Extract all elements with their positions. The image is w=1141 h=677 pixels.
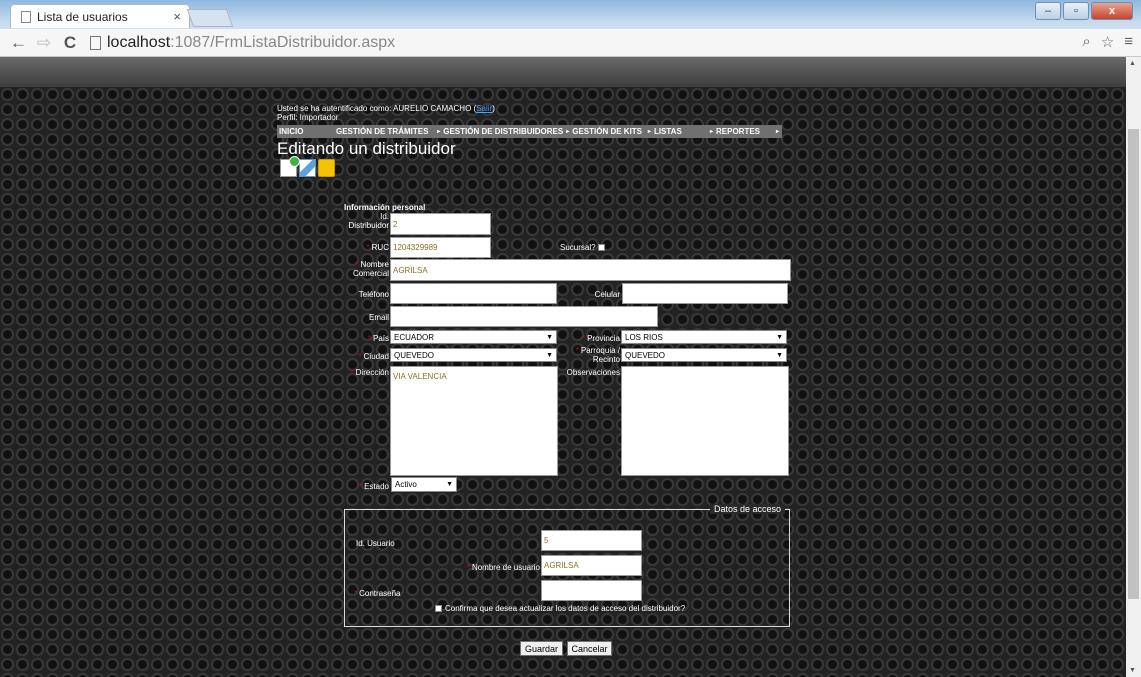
new-tab-button[interactable] [186, 9, 234, 27]
ciudad-label: * Ciudad [358, 352, 389, 361]
vertical-scrollbar[interactable]: ▲ ▼ [1126, 57, 1141, 677]
username-field[interactable]: AGRILSA [541, 555, 642, 576]
required-mark: * [366, 243, 370, 252]
estado-label: * Estado [358, 482, 389, 491]
action-icons [280, 156, 335, 177]
dropdown-arrow-icon: ▼ [546, 351, 553, 359]
menu-item-tramites[interactable]: GESTIÓN DE TRÁMITES [336, 127, 434, 136]
address-bar[interactable]: localhost :1087/FrmListaDistribuidor.asp… [90, 32, 1050, 54]
auth-text: Usted se ha autentificado como: AURELIO … [277, 104, 477, 113]
window-controls: – ▫ x [1035, 2, 1133, 20]
confirm-row: Confirma que desea actualizar los datos … [435, 604, 685, 613]
page-icon [90, 36, 101, 50]
celular-label: Celular [594, 290, 620, 299]
page-title: Editando un distribuidor [277, 139, 456, 158]
new-document-icon[interactable] [280, 156, 300, 177]
id-usuario-field[interactable]: 5 [541, 530, 642, 551]
confirm-checkbox[interactable] [435, 605, 442, 613]
email-label: Email [368, 313, 389, 322]
menu-arrow-icon: ▸ [566, 129, 570, 135]
browser-chrome: Lista de usuarios × – ▫ x ← ⇨ C localhos… [0, 0, 1141, 57]
page-content: Usted se ha autentificado como: AURELIO … [0, 57, 1126, 677]
telefono-field[interactable] [390, 283, 557, 304]
sucursal-label: Sucursal? [560, 243, 605, 252]
email-field[interactable] [390, 306, 658, 327]
id-label: Id. Distribuidor [348, 212, 389, 230]
provincia-label: * Provincia [581, 334, 620, 343]
dropdown-arrow-icon: ▼ [776, 333, 783, 341]
minimize-button[interactable]: – [1035, 2, 1061, 20]
ciudad-select[interactable]: QUEVEDO ▼ [390, 348, 557, 362]
access-fieldset: Datos de acceso Id. Usuario 5 * Nombre de… [344, 504, 790, 627]
url-host: localhost [107, 34, 171, 51]
sucursal-checkbox[interactable] [597, 244, 605, 252]
password-field[interactable] [541, 580, 642, 601]
menu-item-listas[interactable]: LISTAS [654, 127, 707, 136]
menu-arrow-icon: ▸ [437, 129, 441, 135]
observaciones-textarea[interactable] [621, 366, 789, 476]
zoom-icon[interactable]: ⌕ [1082, 33, 1090, 51]
parroquia-select[interactable]: QUEVEDO ▼ [621, 348, 787, 362]
ruc-field[interactable]: 1204329989 [390, 237, 491, 258]
confirm-label: Confirma que desea actualizar los datos … [445, 604, 686, 613]
browser-toolbar: ← ⇨ C localhost :1087/FrmListaDistribuid… [0, 29, 1141, 57]
celular-field[interactable] [622, 283, 788, 304]
auth-suffix: ) [492, 104, 495, 113]
menu-arrow-icon: ▸ [647, 129, 651, 135]
telefono-label: Teléfono [358, 290, 389, 299]
pais-select[interactable]: ECUADOR ▼ [390, 330, 557, 344]
provincia-select[interactable]: LOS RIOS ▼ [621, 330, 787, 344]
menu-item-inicio[interactable]: INICIO [277, 127, 336, 136]
id-usuario-label: Id. Usuario [356, 539, 395, 548]
edit-icon[interactable] [299, 159, 316, 177]
forward-icon[interactable]: ⇨ [36, 33, 52, 53]
close-window-button[interactable]: x [1091, 2, 1133, 20]
browser-tab[interactable]: Lista de usuarios × [10, 4, 190, 28]
header-banner [0, 57, 1126, 87]
url-path: :1087/FrmListaDistribuidor.aspx [170, 34, 396, 51]
menu-item-reportes[interactable]: REPORTES [716, 127, 773, 136]
user-label: * Nombre de usuario [466, 563, 540, 572]
cancel-button[interactable]: Cancelar [567, 641, 612, 656]
back-icon[interactable]: ← [10, 33, 27, 53]
scroll-up-icon[interactable]: ▲ [1129, 60, 1136, 67]
profile-text: Perfil: Importador [277, 113, 339, 122]
tab-title: Lista de usuarios [37, 9, 128, 24]
estado-select[interactable]: Activo ▼ [391, 477, 457, 492]
dropdown-arrow-icon: ▼ [776, 351, 783, 359]
scroll-down-icon[interactable]: ▼ [1129, 667, 1136, 674]
section-title: Información personal [344, 203, 426, 212]
menu-item-distribuidores[interactable]: GESTIÓN DE DISTRIBUIDORES [443, 127, 563, 136]
parroquia-label: * Parroquia / Recinto [575, 346, 620, 364]
logout-link[interactable]: Salir [476, 104, 492, 113]
access-legend: Datos de acceso [709, 504, 785, 514]
direccion-label: * Dirección [350, 368, 389, 377]
id-distribuidor-field[interactable]: 2 [390, 213, 491, 235]
maximize-button[interactable]: ▫ [1063, 2, 1089, 20]
star-icon[interactable]: ☆ [1101, 33, 1114, 51]
menu-item-kits[interactable]: GESTIÓN DE KITS [572, 127, 645, 136]
reload-icon[interactable]: C [62, 33, 78, 53]
menu-arrow-icon: ▸ [709, 129, 713, 135]
tab-close-icon[interactable]: × [173, 9, 181, 24]
nombre-label: * Nombre Comercial [352, 260, 389, 278]
direccion-textarea[interactable]: VIA VALENCIA [390, 366, 558, 476]
dropdown-arrow-icon: ▼ [546, 333, 553, 341]
menu-icon[interactable]: ≡ [1124, 33, 1133, 51]
password-label: * Contraseña [354, 589, 401, 598]
delete-icon[interactable] [318, 159, 335, 177]
pais-label: * País [367, 334, 389, 343]
main-menu: INICIO GESTIÓN DE TRÁMITES ▸ GESTIÓN DE … [277, 125, 782, 138]
page-icon [21, 10, 31, 23]
ruc-label: * RUC [366, 243, 389, 252]
observaciones-label: Observaciones [566, 368, 620, 377]
auth-info: Usted se ha autentificado como: AURELIO … [277, 104, 495, 122]
nombre-comercial-field[interactable]: AGRILSA [390, 259, 791, 281]
save-button[interactable]: Guardar [520, 641, 563, 656]
scroll-thumb[interactable] [1128, 129, 1139, 599]
menu-arrow-icon: ▸ [775, 129, 779, 135]
dropdown-arrow-icon: ▼ [446, 481, 453, 488]
